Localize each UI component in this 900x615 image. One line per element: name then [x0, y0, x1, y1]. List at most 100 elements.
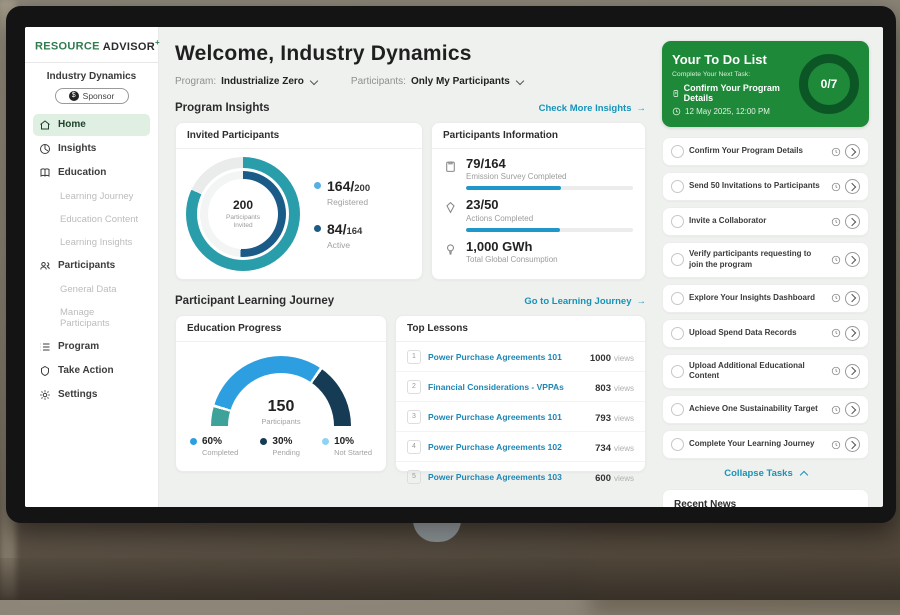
check-more-insights-link[interactable]: Check More Insights →	[539, 103, 646, 114]
learning-journey-header: Participant Learning Journey Go to Learn…	[175, 295, 646, 307]
todo-item-upload-spend-data[interactable]: Upload Spend Data Records	[662, 319, 869, 348]
card-title: Top Lessons	[396, 316, 645, 342]
sidebar-item-learning-insights[interactable]: Learning Insights	[33, 232, 150, 253]
education-progress-card: Education Progress 150 Participants 60%	[175, 315, 387, 472]
legend-dot	[314, 182, 321, 189]
checkbox[interactable]	[671, 180, 684, 193]
legend-label: Registered	[327, 197, 370, 207]
sidebar-item-label: Program	[58, 341, 99, 352]
checkbox[interactable]	[671, 253, 684, 266]
clock-icon	[831, 147, 841, 157]
sidebar-menu: Home Insights Education Learning Journey…	[33, 114, 150, 406]
todo-item-verify-participants[interactable]: Verify participants requesting to join t…	[662, 242, 869, 278]
todo-progress-value: 0/7	[821, 77, 838, 91]
sidebar-item-take-action[interactable]: Take Action	[33, 360, 150, 382]
clock-icon	[831, 328, 841, 338]
lesson-title-link[interactable]: Power Purchase Agreements 103	[428, 472, 588, 482]
lesson-rank: 3	[407, 410, 421, 424]
legend-item-registered: 164/200 Registered	[314, 178, 370, 207]
lesson-views: 1000	[590, 353, 611, 364]
checkbox[interactable]	[671, 365, 684, 378]
chevron-right-button[interactable]	[845, 291, 860, 306]
checkbox[interactable]	[671, 327, 684, 340]
todo-item-send-invitations[interactable]: Send 50 Invitations to Participants	[662, 172, 869, 201]
top-lessons-list: 1 Power Purchase Agreements 101 1000view…	[396, 342, 645, 491]
lesson-title-link[interactable]: Power Purchase Agreements 101	[428, 352, 583, 362]
education-gauge-chart: 150 Participants	[211, 356, 351, 426]
todo-due: 12 May 2025, 12:00 PM	[672, 107, 793, 116]
todo-item-upload-educational-content[interactable]: Upload Additional Educational Content	[662, 354, 869, 390]
lesson-title-link[interactable]: Power Purchase Agreements 101	[428, 412, 588, 422]
todo-item-invite-collaborator[interactable]: Invite a Collaborator	[662, 207, 869, 236]
chevron-right-button[interactable]	[845, 326, 860, 341]
donut-hole: 200 Participants Invited	[197, 168, 289, 260]
education-icon	[39, 167, 51, 179]
todo-item-achieve-target[interactable]: Achieve One Sustainability Target	[662, 395, 869, 424]
participants-filter[interactable]: Participants: Only My Participants	[351, 76, 523, 87]
program-filter-value: Industrialize Zero	[221, 76, 304, 87]
lesson-row: 5 Power Purchase Agreements 103 600views	[396, 462, 645, 491]
sidebar-item-program[interactable]: Program	[33, 336, 150, 358]
todo-item-complete-learning-journey[interactable]: Complete Your Learning Journey	[662, 430, 869, 459]
chevron-right-button[interactable]	[845, 214, 860, 229]
home-icon	[39, 119, 51, 131]
sidebar-item-settings[interactable]: Settings	[33, 384, 150, 406]
chevron-right-button[interactable]	[845, 144, 860, 159]
todo-summary-card: Your To Do List Complete Your Next Task:…	[662, 41, 869, 127]
monitor-bezel: RESOURCEADVISOR+ Industry Dynamics $ Spo…	[6, 6, 896, 523]
legend-label: Not Started	[334, 448, 372, 457]
chevron-down-icon	[310, 76, 318, 84]
todo-title: Your To Do List	[672, 52, 793, 67]
checkbox[interactable]	[671, 403, 684, 416]
sponsor-label: Sponsor	[83, 91, 115, 101]
lesson-views: 803	[595, 383, 611, 394]
todo-next-task-label: Confirm Your Program Details	[684, 83, 793, 103]
todo-item-label: Confirm Your Program Details	[689, 146, 826, 157]
progress-fill	[466, 228, 560, 232]
sidebar-item-general-data[interactable]: General Data	[33, 279, 150, 300]
gauge-center: 150 Participants	[211, 399, 351, 426]
lesson-row: 1 Power Purchase Agreements 101 1000view…	[396, 342, 645, 372]
chevron-right-button[interactable]	[845, 179, 860, 194]
todo-item-label: Explore Your Insights Dashboard	[689, 293, 826, 304]
sidebar-item-education[interactable]: Education	[33, 162, 150, 184]
chevron-right-button[interactable]	[845, 364, 860, 379]
gauge-center-value: 150	[211, 399, 351, 415]
collapse-tasks-link[interactable]: Collapse Tasks	[662, 468, 869, 479]
checkbox[interactable]	[671, 292, 684, 305]
clock-icon	[831, 440, 841, 450]
checkbox[interactable]	[671, 145, 684, 158]
checkbox[interactable]	[671, 215, 684, 228]
main-content: Welcome, Industry Dynamics Program: Indu…	[159, 27, 656, 507]
survey-icon	[444, 157, 458, 190]
todo-item-explore-insights[interactable]: Explore Your Insights Dashboard	[662, 284, 869, 313]
legend-value: 164/	[327, 178, 354, 194]
chevron-right-button[interactable]	[845, 437, 860, 452]
sidebar-item-learning-journey[interactable]: Learning Journey	[33, 186, 150, 207]
legend-total: 164	[346, 226, 362, 237]
sidebar-item-home[interactable]: Home	[33, 114, 150, 136]
sidebar-item-label: Participants	[58, 260, 115, 271]
sidebar-item-education-content[interactable]: Education Content	[33, 209, 150, 230]
clock-icon	[672, 107, 681, 116]
sidebar-item-label: Home	[58, 119, 86, 130]
insights-icon	[39, 143, 51, 155]
chevron-right-button[interactable]	[845, 252, 860, 267]
sidebar-item-manage-participants[interactable]: Manage Participants	[33, 302, 150, 334]
progress-fill	[466, 186, 561, 190]
go-to-learning-journey-link[interactable]: Go to Learning Journey →	[524, 296, 646, 307]
todo-panel: Your To Do List Complete Your Next Task:…	[656, 27, 883, 507]
checkbox[interactable]	[671, 438, 684, 451]
todo-item-confirm-program[interactable]: Confirm Your Program Details	[662, 137, 869, 166]
lesson-title-link[interactable]: Power Purchase Agreements 102	[428, 442, 588, 452]
sidebar-item-label: Education Content	[60, 214, 138, 225]
stat-actions-completed: 23/50 Actions Completed	[444, 198, 633, 231]
lesson-title-link[interactable]: Financial Considerations - VPPAs	[428, 382, 588, 392]
sidebar-item-insights[interactable]: Insights	[33, 138, 150, 160]
sidebar-item-participants[interactable]: Participants	[33, 255, 150, 277]
donut-center-value: 200	[233, 198, 253, 212]
sidebar-item-label: Learning Insights	[60, 237, 132, 248]
chevron-right-button[interactable]	[845, 402, 860, 417]
document-icon	[672, 89, 680, 98]
program-filter[interactable]: Program: Industrialize Zero	[175, 76, 317, 87]
